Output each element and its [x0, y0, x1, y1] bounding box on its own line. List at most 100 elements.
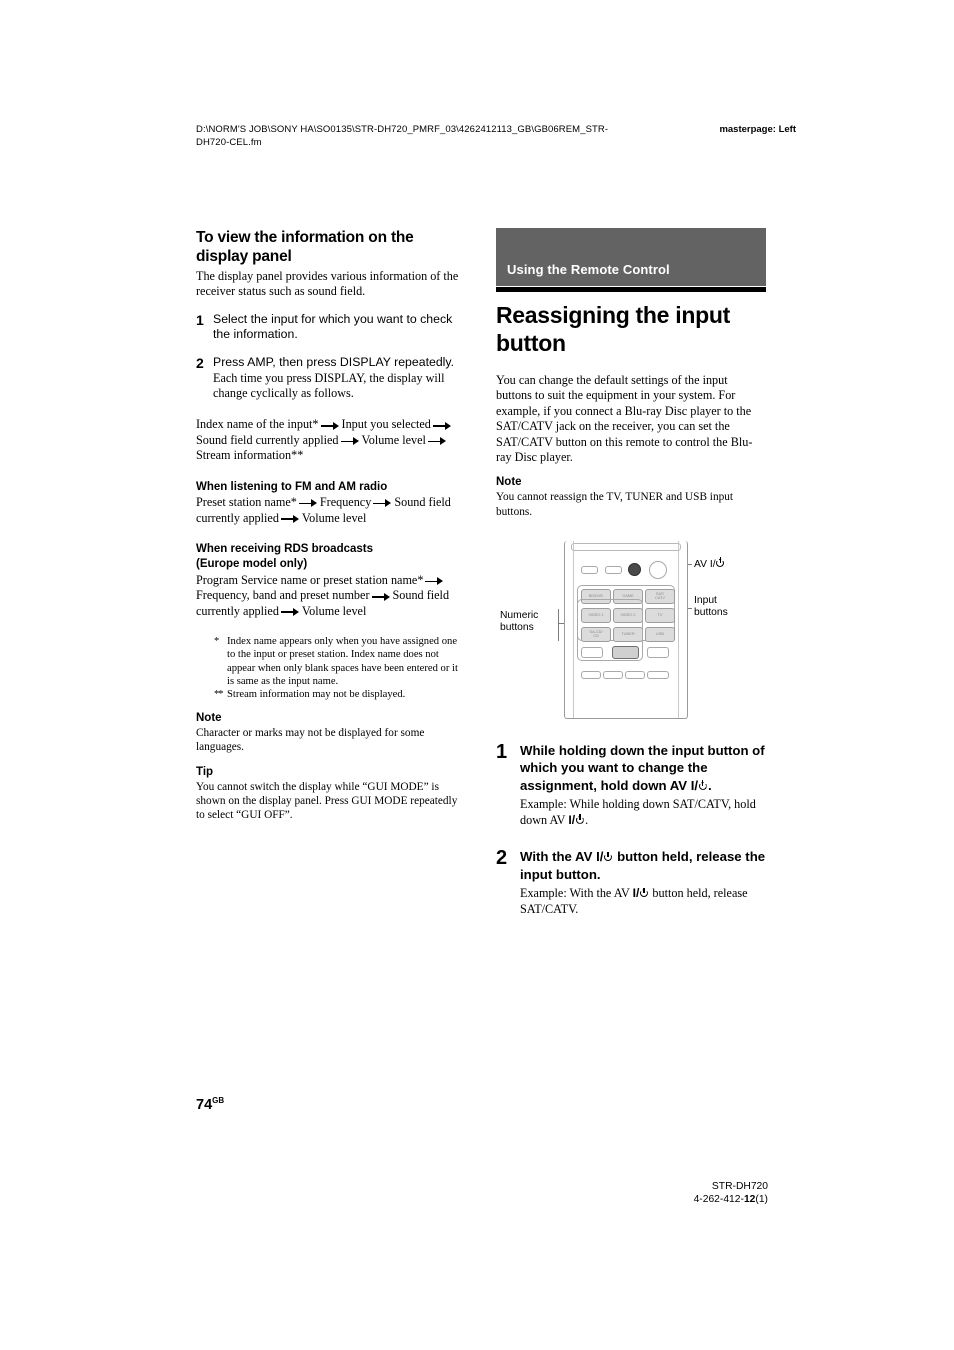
right-step-2-body-a: Example: With the AV: [520, 886, 633, 901]
rds-item-1: Program Service name or preset station n…: [196, 572, 424, 587]
left-step-1: 1 Select the input for which you want to…: [196, 312, 466, 343]
input-button-label: GAME: [622, 593, 634, 599]
left-step-1-number: 1: [196, 311, 204, 328]
callout-av-power: AV I/: [694, 557, 726, 572]
header-file-path: D:\NORM'S JOB\SONY HA\SO0135\STR-DH720_P…: [196, 124, 609, 148]
right-arrow-icon: [371, 592, 391, 601]
input-button-label: SAT/ CATV: [655, 590, 665, 601]
footer-code-prefix: 4-262-412-: [693, 1194, 744, 1205]
cycle-item-4: Volume level: [361, 432, 426, 447]
input-button-usb[interactable]: USB: [645, 626, 675, 642]
page-number-value: 74: [196, 1096, 213, 1113]
right-note-label: Note: [496, 476, 522, 489]
power-icon: [603, 851, 613, 862]
right-step-1-title: While holding down the input button of w…: [520, 742, 766, 795]
callout-numeric-buttons: Numeric buttons: [500, 610, 538, 635]
right-arrow-icon: [298, 499, 318, 508]
page-number: 74GB: [196, 1096, 224, 1113]
remote-bottom-button-3[interactable]: [625, 670, 645, 679]
power-icon: [698, 780, 708, 791]
remote-top-button-left[interactable]: [581, 565, 598, 574]
page-header: D:\NORM'S JOB\SONY HA\SO0135\STR-DH720_P…: [196, 124, 796, 149]
right-step-1-title-a: While holding down the input button of w…: [520, 742, 765, 793]
rds-item-4: Volume level: [301, 603, 367, 618]
leader-line-numeric-vert: [558, 608, 560, 641]
chapter-banner: Using the Remote Control: [496, 228, 766, 286]
rds-item-2: Frequency, band and preset number: [196, 588, 370, 603]
right-step-1: 1 While holding down the input button of…: [496, 742, 766, 828]
footer-code-bold: 12: [743, 1194, 756, 1205]
input-button-tv[interactable]: TV: [645, 607, 675, 623]
page-footer: STR-DH720 4-262-412-12(1): [694, 1180, 768, 1206]
chapter-banner-rule: [496, 287, 766, 292]
right-step-1-body-a: Example: While holding down SAT/CATV, ho…: [520, 797, 756, 827]
right-arrow-icon: [427, 437, 447, 446]
right-step-2-title-a: With the AV I/: [520, 849, 604, 865]
callout-av-text: AV I/: [694, 558, 716, 570]
footnote-mark: *: [214, 636, 220, 648]
right-step-2-number: 2: [496, 847, 508, 870]
remote-lower-button-left[interactable]: [581, 646, 603, 658]
fm-am-item-4: Volume level: [301, 510, 367, 525]
remote-body: BD/DVD GAME SAT/ CATV VIDEO 1 VIDEO 2 TV: [564, 540, 688, 719]
av-power-button[interactable]: [628, 562, 641, 576]
left-step-2-body: Each time you press DISPLAY, the display…: [213, 370, 445, 400]
input-button-label: USB: [656, 631, 664, 637]
remote-bottom-button-2[interactable]: [603, 670, 623, 679]
input-button-sat-catv[interactable]: SAT/ CATV: [645, 588, 675, 604]
power-icon: [575, 814, 585, 825]
footnote-double-asterisk: ** Stream information may not be display…: [214, 688, 466, 701]
callout-input-line2: buttons: [694, 607, 728, 619]
left-step-2-number: 2: [196, 355, 204, 371]
fm-am-sequence: Preset station name* Frequency Sound field…: [196, 495, 466, 526]
right-step-2-body: Example: With the AV I/ button held, rel…: [520, 886, 766, 917]
right-step-2-body-b: I/: [632, 886, 640, 901]
right-step-1-body-c: .: [585, 812, 589, 827]
right-arrow-icon: [280, 514, 300, 523]
right-step-1-body: Example: While holding down SAT/CATV, ho…: [520, 797, 766, 828]
right-step-1-number: 1: [496, 740, 508, 763]
page-canvas: D:\NORM'S JOB\SONY HA\SO0135\STR-DH720_P…: [0, 0, 954, 1350]
left-note-label: Note: [196, 712, 222, 725]
right-step-1-body-b: I/: [568, 812, 576, 827]
footer-code-suffix: (1): [755, 1194, 768, 1205]
remote-lower-button-center[interactable]: [612, 645, 639, 659]
remote-lower-button-right[interactable]: [647, 646, 669, 658]
right-note-text: You cannot reassign the TV, TUNER and US…: [496, 491, 734, 518]
left-step-1-title: Select the input for which you want to c…: [213, 311, 453, 342]
left-tip-text: You cannot switch the display while “GUI…: [196, 780, 458, 821]
right-arrow-icon: [432, 421, 452, 430]
left-column: To view the information on the display p…: [196, 228, 466, 822]
remote-bottom-button-4[interactable]: [647, 670, 669, 679]
rds-sequence: Program Service name or preset station n…: [196, 573, 466, 619]
left-footnotes: * Index name appears only when you have …: [196, 635, 466, 701]
cycle-item-5: Stream information**: [196, 448, 304, 463]
remote-control-figure: AV I/ Input buttons Numeric buttons BD/D…: [496, 537, 766, 722]
fm-am-item-2: Frequency: [319, 495, 372, 510]
footer-model: STR-DH720: [711, 1181, 768, 1192]
right-step-1-title-b: .: [708, 777, 712, 793]
right-step-2-title: With the AV I/ button held, release the …: [520, 848, 766, 883]
right-step-2: 2 With the AV I/ button held, release th…: [496, 848, 766, 917]
left-tip-label: Tip: [196, 765, 214, 778]
power-icon: [639, 887, 649, 898]
callout-numeric-line2: buttons: [500, 622, 534, 634]
cycle-item-2: Input you selected: [341, 417, 431, 432]
right-arrow-icon: [320, 421, 340, 430]
callout-input-line1: Input: [694, 594, 717, 606]
right-column: Using the Remote Control Reassigning the…: [496, 228, 766, 917]
callout-numeric-line1: Numeric: [500, 609, 539, 621]
right-arrow-icon: [425, 577, 444, 586]
remote-bottom-button-1[interactable]: [581, 670, 601, 679]
remote-top-button-right[interactable]: [605, 565, 622, 574]
remote-main-power-button[interactable]: [649, 560, 667, 579]
left-step-2-title: Press AMP, then press DISPLAY repeatedly…: [213, 355, 455, 369]
chapter-banner-label: Using the Remote Control: [507, 262, 670, 277]
chapter-title: Reassigning the input button: [496, 302, 730, 356]
input-button-label: BD/DVD: [588, 593, 604, 599]
footer-code: 4-262-412-12(1): [694, 1193, 768, 1206]
right-arrow-icon: [340, 437, 360, 446]
left-section-heading: To view the information on the display p…: [196, 229, 414, 265]
rds-heading-line2: (Europe model only): [196, 558, 308, 571]
right-arrow-icon: [280, 607, 300, 616]
